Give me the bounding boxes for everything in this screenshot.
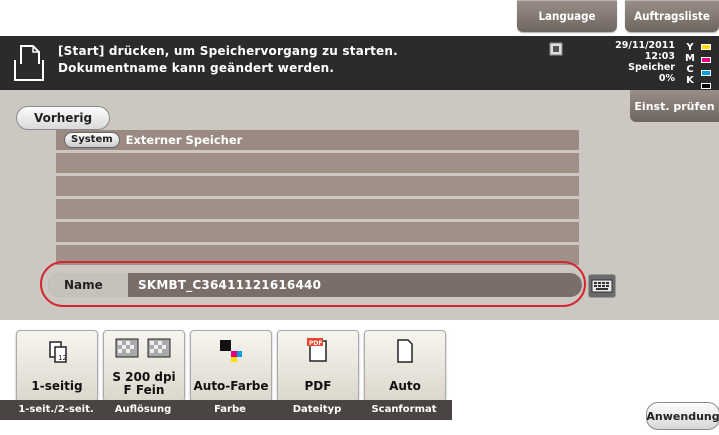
message-line-1: [Start] drücken, um Speichervorgang zu s… [58,44,398,58]
scan-size-button[interactable]: Auto [364,330,446,402]
memory-label: Speicher [628,62,675,73]
toner-k-label: K [686,75,694,86]
scan-size-caption: Scanformat [371,404,437,415]
simplex-caption: 1-seit./2-seit. [18,404,94,415]
job-list-label: Auftragsliste [634,9,710,23]
toner-labels: Y M C K [683,42,697,86]
name-value[interactable]: SKMBT_C36411121616440 [128,278,321,292]
color-button[interactable]: Auto-Farbe [190,330,272,402]
color-caption: Farbe [214,404,246,415]
message-line-2: Dokumentname kann geändert werden. [58,61,335,75]
list-item [56,222,579,242]
toner-y-bar [701,44,711,50]
pdf-icon: PDF [307,338,327,362]
toner-y-label: Y [686,42,694,53]
apply-label: Anwendung [646,409,719,423]
page-icon [397,339,413,363]
language-label: Language [538,9,596,23]
list-item [56,176,579,196]
color-label: Auto-Farbe [193,379,269,393]
list-item-label: Externer Speicher [125,133,243,147]
file-type-label: PDF [304,379,332,393]
back-label: Vorherig [33,111,93,125]
file-type-button[interactable]: PDF PDF [277,330,359,402]
storage-icon [549,42,563,56]
job-list-button[interactable]: Auftragsliste [625,0,719,32]
color-icon [220,340,242,362]
message-bar: [Start] drücken, um Speichervorgang zu s… [0,36,719,90]
system-badge: System [64,132,120,148]
file-type-caption: Dateityp [292,404,342,415]
scan-size-label: Auto [389,379,421,393]
svg-text:12: 12 [58,354,67,362]
list-item [56,199,579,219]
resolution-button[interactable]: S 200 dpi F Fein [103,330,185,402]
resolution-icon [115,338,171,358]
resolution-caption: Auflösung [114,404,172,415]
list-item[interactable]: System Externer Speicher [56,130,579,150]
toner-c-label: C [686,64,694,75]
folder-list: System Externer Speicher [56,130,579,268]
simplex-duplex-button[interactable]: 12 1-seitig [16,330,98,402]
resolution-label: S 200 dpi F Fein [104,371,184,397]
svg-text:PDF: PDF [309,340,322,347]
toner-m-bar [701,57,711,63]
language-button[interactable]: Language [517,0,617,32]
simplex-icon: 12 [49,341,67,363]
name-field[interactable]: Name SKMBT_C36411121616440 [48,273,582,297]
toner-m-label: M [685,53,695,64]
status-datetime: 29/11/2011 12:03 Speicher 0% [575,40,675,84]
check-settings-label: Einst. prüfen [634,99,715,113]
toner-levels [701,44,711,96]
status-time: 12:03 [644,51,675,62]
toner-k-bar [701,83,711,89]
list-item [56,153,579,173]
back-button[interactable]: Vorherig [16,106,110,130]
toner-c-bar [701,70,711,76]
keyboard-icon[interactable] [588,274,616,298]
check-settings-button[interactable]: Einst. prüfen [630,90,719,122]
resolution-label-line2: F Fein [123,383,165,397]
status-date: 29/11/2011 [615,40,675,51]
simplex-label: 1-seitig [31,379,83,393]
apply-button[interactable]: Anwendung [646,402,719,430]
memory-value: 0% [658,73,675,84]
document-icon [14,45,44,81]
name-label: Name [48,273,128,297]
